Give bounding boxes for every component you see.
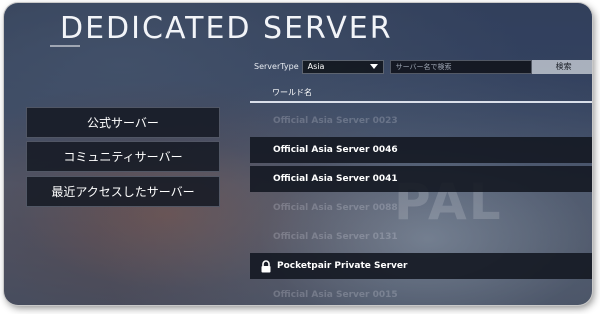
server-filter-bar: ServerType Asia 検索 [254,59,592,74]
game-screen: PAL DEDICATED SERVER 公式サーバー コミュニティサーバー 最… [4,3,592,305]
server-row[interactable]: Official Asia Server 0015 [250,282,592,305]
server-row[interactable]: Official Asia Server 0046 [250,137,592,163]
dropdown-caret-icon [369,64,378,69]
server-type-dropdown[interactable]: Asia [301,59,384,74]
server-name: Official Asia Server 0131 [273,232,398,242]
server-row[interactable]: Official Asia Server 0131 [250,224,592,250]
server-name: Official Asia Server 0023 [273,116,398,126]
server-type-label: ServerType [254,62,299,71]
server-row-private[interactable]: Pocketpair Private Server [250,253,592,279]
server-name: Official Asia Server 0015 [273,290,398,300]
server-search-input[interactable] [389,59,532,74]
server-row[interactable]: Official Asia Server 0023 [250,108,592,134]
community-servers-button[interactable]: コミュニティサーバー [26,141,220,172]
official-servers-button[interactable]: 公式サーバー [26,107,220,138]
world-name-column-header: ワールド名 [250,83,592,103]
title-underline [50,45,80,47]
server-row[interactable]: Official Asia Server 0041 [250,166,592,192]
recent-servers-button[interactable]: 最近アクセスしたサーバー [26,176,220,207]
server-name: Pocketpair Private Server [277,261,408,271]
server-name: Official Asia Server 0088 [273,203,398,213]
search-button[interactable]: 検索 [531,59,592,74]
server-type-value: Asia [307,62,325,71]
lock-icon [261,259,271,272]
server-name: Official Asia Server 0046 [273,145,398,155]
server-row[interactable]: Official Asia Server 0088 [250,195,592,221]
page-title: DEDICATED SERVER [60,11,393,46]
server-name: Official Asia Server 0041 [273,174,398,184]
